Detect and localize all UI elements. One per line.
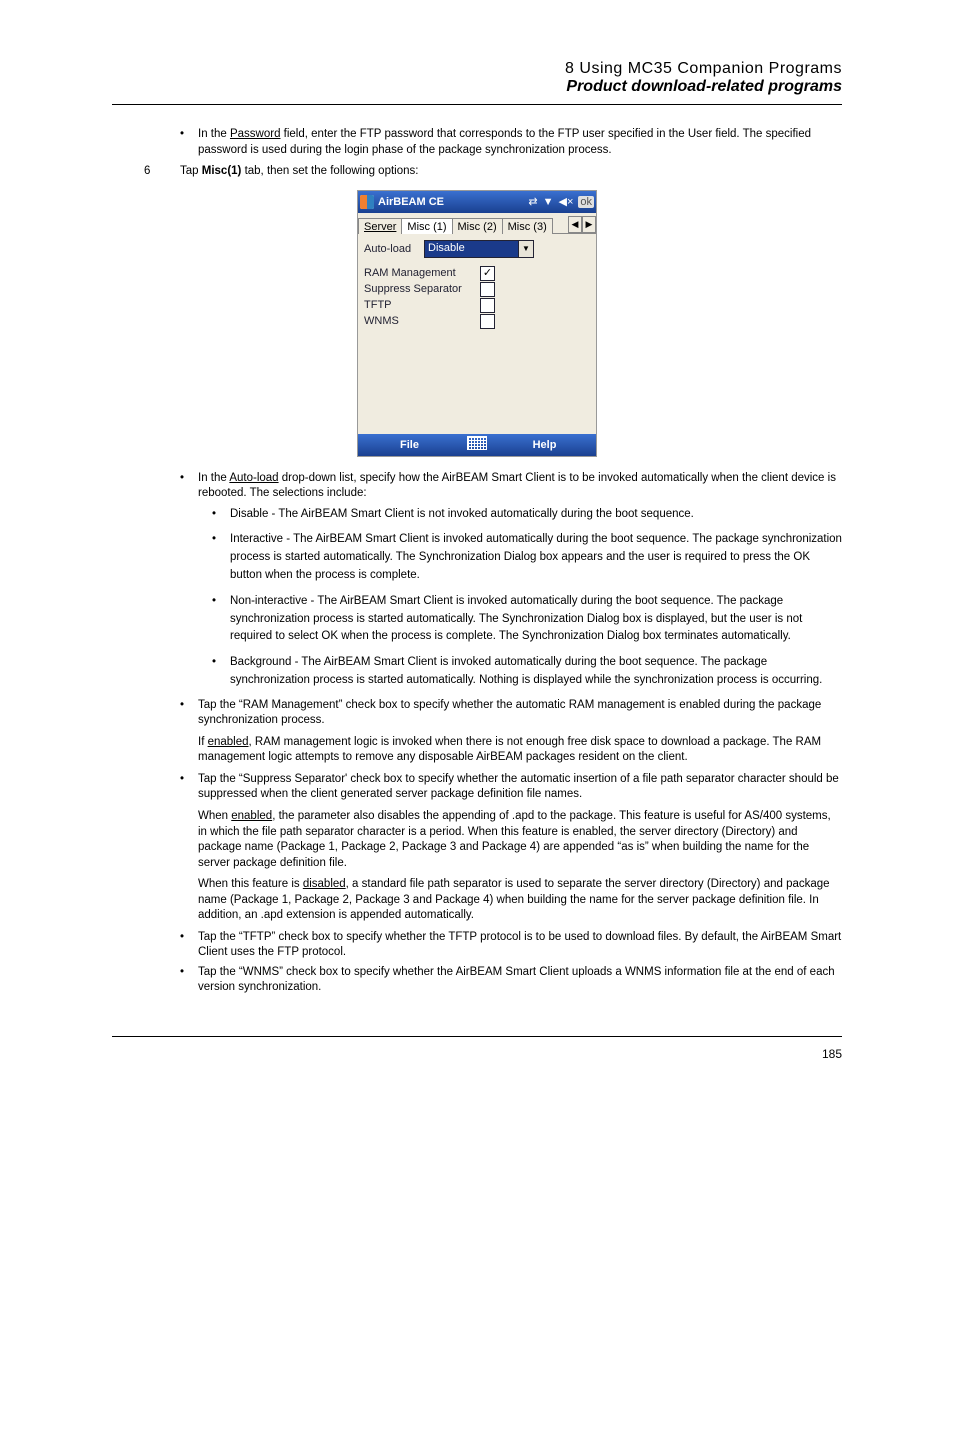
bullet-dot-icon: • bbox=[180, 471, 198, 502]
check-ram-box[interactable]: ✓ bbox=[480, 266, 495, 281]
bullet-dot-icon: • bbox=[180, 930, 198, 961]
text-bold: Misc(1) bbox=[202, 165, 242, 177]
text-underline: disabled bbox=[303, 878, 346, 890]
connectivity-icon[interactable]: ⇄ bbox=[528, 195, 537, 208]
check-tftp-box[interactable] bbox=[480, 298, 495, 313]
bullet-text: Tap the “Suppress Separator' check box t… bbox=[198, 772, 842, 803]
check-sep: Suppress Separator bbox=[364, 282, 590, 297]
tab-misc3[interactable]: Misc (3) bbox=[502, 218, 553, 234]
step-number: 6 bbox=[144, 164, 180, 180]
bullet-dot-icon: • bbox=[180, 127, 198, 158]
tab-scroll-right[interactable]: ▶ bbox=[582, 216, 596, 233]
bullet-text: In the Password field, enter the FTP pas… bbox=[198, 127, 842, 158]
autoload-row: Auto-load Disable ▼ bbox=[364, 240, 590, 258]
tab-misc2[interactable]: Misc (2) bbox=[452, 218, 503, 234]
check-wnms-box[interactable] bbox=[480, 314, 495, 329]
signal-icon[interactable]: ▼ bbox=[543, 196, 554, 208]
opt-interactive: • Interactive - The AirBEAM Smart Client… bbox=[212, 531, 842, 584]
window-title: AirBEAM CE bbox=[378, 196, 528, 208]
tab-scroll: ◀ ▶ bbox=[568, 216, 596, 233]
check-wnms-label: WNMS bbox=[364, 315, 480, 327]
bullet-dot-icon: • bbox=[180, 772, 198, 803]
check-wnms: WNMS bbox=[364, 314, 590, 329]
tab-row: Server Misc (1) Misc (2) Misc (3) ◀ ▶ bbox=[358, 213, 596, 234]
check-ram: RAM Management ✓ bbox=[364, 266, 590, 281]
header-section: Product download-related programs bbox=[112, 78, 842, 96]
opt-text: Interactive - The AirBEAM Smart Client i… bbox=[230, 531, 842, 584]
tab-scroll-left[interactable]: ◀ bbox=[568, 216, 582, 233]
sep-disabled-note: When this feature is disabled, a standar… bbox=[198, 877, 842, 924]
text-underline: enabled bbox=[231, 810, 272, 822]
bullet-dot-icon: • bbox=[180, 965, 198, 996]
sep-enabled-note: When enabled, the parameter also disable… bbox=[198, 809, 842, 871]
text: field, enter the FTP password that corre… bbox=[198, 128, 811, 156]
opt-text: Disable - The AirBEAM Smart Client is no… bbox=[230, 506, 694, 524]
bullet-text: In the Auto-load drop-down list, specify… bbox=[198, 471, 842, 502]
text: Tap bbox=[180, 165, 202, 177]
app-icon bbox=[360, 195, 374, 209]
page: 8 Using MC35 Companion Programs Product … bbox=[0, 0, 954, 1101]
bullet-dot-icon: • bbox=[180, 698, 198, 729]
menu-help[interactable]: Help bbox=[493, 439, 596, 451]
bullet-sep: • Tap the “Suppress Separator' check box… bbox=[180, 772, 842, 803]
bullet-dot-icon: • bbox=[212, 593, 230, 646]
text-underline: enabled bbox=[208, 736, 249, 748]
titlebar-status: ⇄ ▼ ◀× ok bbox=[528, 195, 594, 208]
page-header: 8 Using MC35 Companion Programs Product … bbox=[112, 60, 842, 105]
bullet-dot-icon: • bbox=[212, 654, 230, 690]
text: drop-down list, specify how the AirBEAM … bbox=[198, 472, 836, 500]
opt-disable: • Disable - The AirBEAM Smart Client is … bbox=[212, 506, 842, 524]
step-6: 6 Tap Misc(1) tab, then set the followin… bbox=[144, 164, 842, 180]
autoload-label: Auto-load bbox=[364, 243, 424, 255]
text: If bbox=[198, 736, 208, 748]
bullet-password: • In the Password field, enter the FTP p… bbox=[180, 127, 842, 158]
keyboard-icon[interactable] bbox=[461, 436, 493, 453]
text: In the bbox=[198, 472, 229, 484]
header-chapter: 8 Using MC35 Companion Programs bbox=[112, 60, 842, 78]
text: tab, then set the following options: bbox=[241, 165, 418, 177]
opt-background: • Background - The AirBEAM Smart Client … bbox=[212, 654, 842, 690]
text: In the bbox=[198, 128, 230, 140]
step-text: Tap Misc(1) tab, then set the following … bbox=[180, 164, 418, 180]
check-tftp: TFTP bbox=[364, 298, 590, 313]
ram-note: If enabled, RAM management logic is invo… bbox=[198, 735, 842, 766]
bullet-autoload: • In the Auto-load drop-down list, speci… bbox=[180, 471, 842, 502]
bullet-dot-icon: • bbox=[212, 531, 230, 584]
text-underline: Password bbox=[230, 128, 281, 140]
tab-server[interactable]: Server bbox=[358, 218, 402, 234]
bullet-dot-icon: • bbox=[212, 506, 230, 524]
check-tftp-label: TFTP bbox=[364, 299, 480, 311]
bullet-text: Tap the “TFTP” check box to specify whet… bbox=[198, 930, 842, 961]
bullet-ram: • Tap the “RAM Management” check box to … bbox=[180, 698, 842, 729]
text: When bbox=[198, 810, 231, 822]
bottom-bar: File Help bbox=[358, 434, 596, 456]
airbeam-window: AirBEAM CE ⇄ ▼ ◀× ok Server Misc (1) Mis… bbox=[357, 190, 597, 457]
autoload-dropdown[interactable]: Disable ▼ bbox=[424, 240, 534, 258]
opt-text: Background - The AirBEAM Smart Client is… bbox=[230, 654, 842, 690]
text-underline: Auto-load bbox=[229, 472, 278, 484]
check-sep-label: Suppress Separator bbox=[364, 283, 480, 295]
text: When this feature is bbox=[198, 878, 303, 890]
menu-file[interactable]: File bbox=[358, 439, 461, 451]
opt-noninteractive: • Non-interactive - The AirBEAM Smart Cl… bbox=[212, 593, 842, 646]
check-sep-box[interactable] bbox=[480, 282, 495, 297]
tab-panel: Auto-load Disable ▼ RAM Management ✓ Sup… bbox=[358, 234, 596, 434]
volume-icon[interactable]: ◀× bbox=[558, 195, 573, 208]
ok-button[interactable]: ok bbox=[578, 196, 594, 208]
chevron-down-icon[interactable]: ▼ bbox=[518, 241, 533, 257]
opt-text: Non-interactive - The AirBEAM Smart Clie… bbox=[230, 593, 842, 646]
bullet-text: Tap the “WNMS” check box to specify whet… bbox=[198, 965, 842, 996]
autoload-value: Disable bbox=[425, 241, 518, 257]
titlebar: AirBEAM CE ⇄ ▼ ◀× ok bbox=[358, 191, 596, 213]
embedded-screenshot: AirBEAM CE ⇄ ▼ ◀× ok Server Misc (1) Mis… bbox=[112, 190, 842, 457]
bullet-wnms: • Tap the “WNMS” check box to specify wh… bbox=[180, 965, 842, 996]
check-ram-label: RAM Management bbox=[364, 267, 480, 279]
text: , the parameter also disables the append… bbox=[198, 810, 831, 869]
page-footer: 185 bbox=[112, 1036, 842, 1061]
text: , RAM management logic is invoked when t… bbox=[198, 736, 821, 764]
tab-misc1[interactable]: Misc (1) bbox=[401, 218, 452, 234]
bullet-text: Tap the “RAM Management” check box to sp… bbox=[198, 698, 842, 729]
bullet-tftp: • Tap the “TFTP” check box to specify wh… bbox=[180, 930, 842, 961]
page-number: 185 bbox=[822, 1047, 842, 1061]
